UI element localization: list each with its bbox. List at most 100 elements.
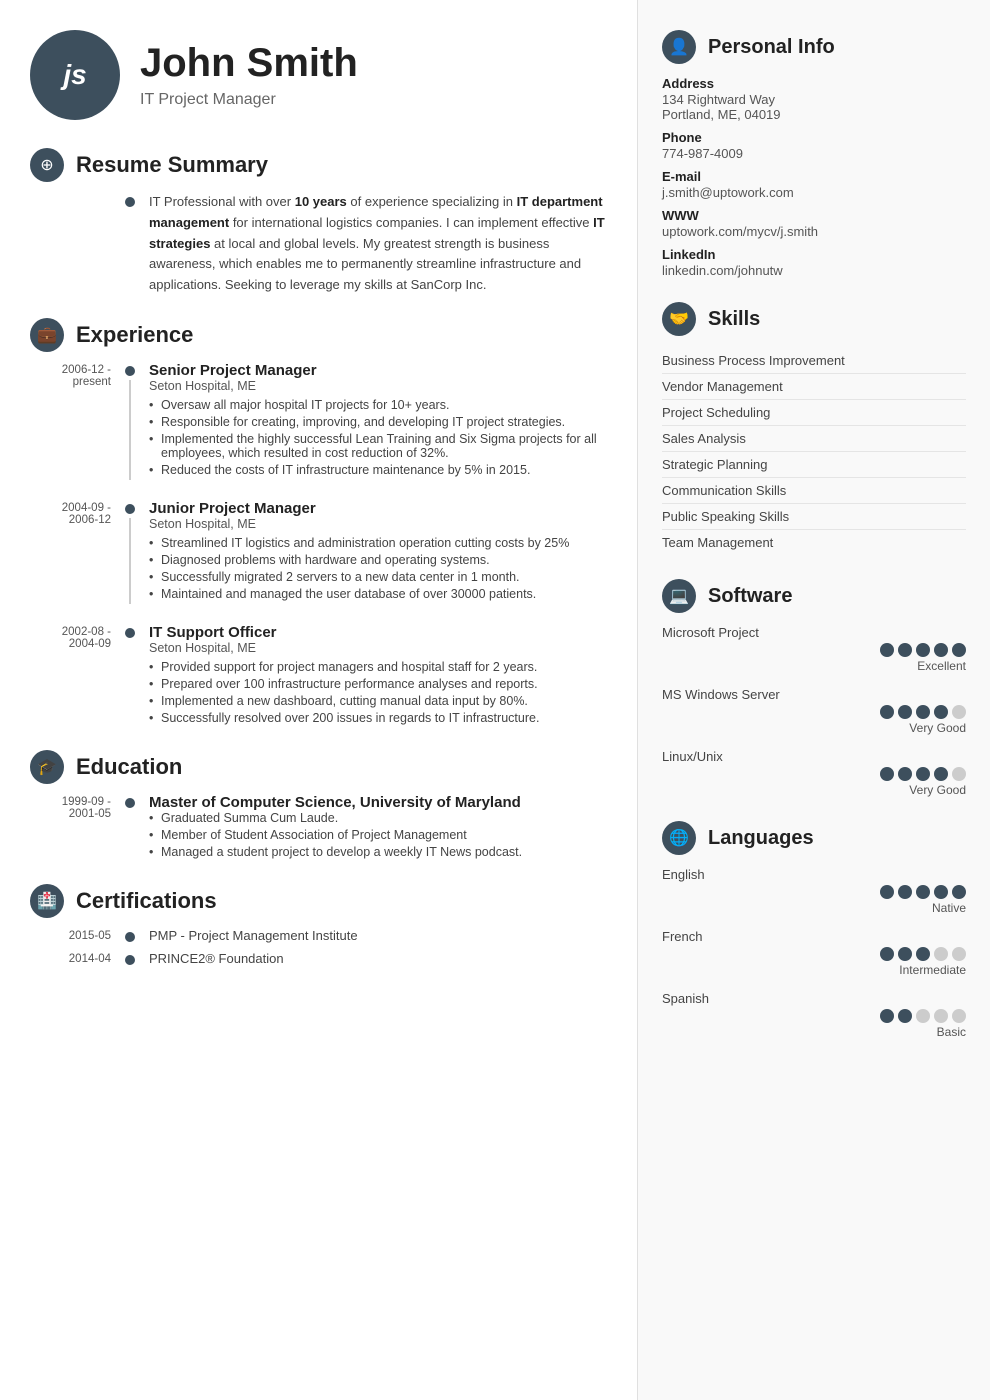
software-section: 💻 Software Microsoft Project: [662, 579, 966, 797]
personal-info-section: 👤 Personal Info Address 134 Rightward Wa…: [662, 30, 966, 278]
skill-item: Strategic Planning: [662, 452, 966, 478]
languages-title: Languages: [708, 827, 814, 850]
job-title-2: Junior Project Manager: [149, 500, 617, 517]
dots-filled-1: [880, 643, 966, 657]
software-list: Microsoft Project Excellent MS: [662, 625, 966, 797]
job-content-3: IT Support Officer Seton Hospital, ME Pr…: [149, 624, 617, 728]
certifications-header: 🏥 Certifications: [30, 884, 617, 918]
candidate-name: John Smith: [140, 41, 358, 85]
certifications-section: 🏥 Certifications 2015-05 PMP - Project M…: [30, 884, 617, 966]
dot: [898, 767, 912, 781]
cert-text-2: PRINCE2® Foundation: [149, 951, 284, 966]
summary-section: ⊕ Resume Summary IT Professional with ov…: [30, 148, 617, 296]
software-label-2: Very Good: [662, 721, 966, 735]
lang-item-2: French Intermediate: [662, 929, 966, 977]
dot-empty: [952, 705, 966, 719]
job-company-2: Seton Hospital, ME: [149, 517, 617, 531]
dot: [952, 885, 966, 899]
job-dot-1: [125, 366, 135, 376]
edu-content-1: Master of Computer Science, University o…: [149, 794, 617, 862]
email-label: E-mail: [662, 169, 966, 184]
bullet: Implemented the highly successful Lean T…: [149, 432, 617, 460]
summary-dot: [125, 197, 135, 207]
cert-dot-2: [125, 955, 135, 965]
skill-item: Public Speaking Skills: [662, 504, 966, 530]
cert-item-2: 2014-04 PRINCE2® Foundation: [30, 951, 617, 966]
personal-info-fields: Address 134 Rightward WayPortland, ME, 0…: [662, 76, 966, 278]
languages-icon: 🌐: [662, 821, 696, 855]
software-dots-3: [662, 767, 966, 781]
experience-timeline: 2006-12 -present Senior Project Manager …: [30, 362, 617, 728]
skill-item: Business Process Improvement: [662, 348, 966, 374]
edu-bullets-1: Graduated Summa Cum Laude. Member of Stu…: [149, 811, 617, 859]
lang-label-1: Native: [662, 901, 966, 915]
experience-icon: 💼: [30, 318, 64, 352]
job-dot-3: [125, 628, 135, 638]
dot: [880, 947, 894, 961]
lang-item-3: Spanish Basic: [662, 991, 966, 1039]
lang-name-1: English: [662, 867, 966, 882]
cert-date-2: 2014-04: [30, 951, 125, 966]
software-item-2: MS Windows Server Very Good: [662, 687, 966, 735]
job-content-1: Senior Project Manager Seton Hospital, M…: [149, 362, 617, 480]
dot: [898, 947, 912, 961]
job-content-2: Junior Project Manager Seton Hospital, M…: [149, 500, 617, 604]
bullet: Reduced the costs of IT infrastructure m…: [149, 463, 617, 477]
header-text: John Smith IT Project Manager: [140, 41, 358, 109]
address-value: 134 Rightward WayPortland, ME, 04019: [662, 92, 966, 122]
dot: [934, 705, 948, 719]
job-bullets-3: Provided support for project managers an…: [149, 660, 617, 725]
dot: [916, 767, 930, 781]
skill-item: Communication Skills: [662, 478, 966, 504]
personal-info-title: Personal Info: [708, 36, 835, 59]
bullet: Responsible for creating, improving, and…: [149, 415, 617, 429]
software-header: 💻 Software: [662, 579, 966, 613]
job-date-2: 2004-09 -2006-12: [30, 500, 125, 604]
dot-empty: [952, 1009, 966, 1023]
job-bullets-2: Streamlined IT logistics and administrat…: [149, 536, 617, 601]
dot: [916, 705, 930, 719]
certifications-list: 2015-05 PMP - Project Management Institu…: [30, 928, 617, 966]
skill-item: Vendor Management: [662, 374, 966, 400]
experience-title: Experience: [76, 322, 193, 348]
software-name-1: Microsoft Project: [662, 625, 966, 640]
cert-date-1: 2015-05: [30, 928, 125, 943]
job-dot-col-2: [125, 500, 135, 604]
bullet: Prepared over 100 infrastructure perform…: [149, 677, 617, 691]
avatar: js: [30, 30, 120, 120]
dot-empty: [934, 947, 948, 961]
linkedin-value: linkedin.com/johnutw: [662, 263, 966, 278]
bullet: Managed a student project to develop a w…: [149, 845, 617, 859]
skills-section: 🤝 Skills Business Process Improvement Ve…: [662, 302, 966, 555]
cert-dot-col-1: [125, 928, 135, 943]
experience-section: 💼 Experience 2006-12 -present Senior Pro…: [30, 318, 617, 728]
languages-header: 🌐 Languages: [662, 821, 966, 855]
linkedin-label: LinkedIn: [662, 247, 966, 262]
lang-dots-3: [662, 1009, 966, 1023]
bullet: Diagnosed problems with hardware and ope…: [149, 553, 617, 567]
left-column: js John Smith IT Project Manager ⊕ Resum…: [0, 0, 638, 1400]
software-title: Software: [708, 585, 792, 608]
summary-icon: ⊕: [30, 148, 64, 182]
bullet: Streamlined IT logistics and administrat…: [149, 536, 617, 550]
languages-list: English Native French: [662, 867, 966, 1039]
cert-text-1: PMP - Project Management Institute: [149, 928, 358, 943]
software-name-2: MS Windows Server: [662, 687, 966, 702]
dot: [916, 947, 930, 961]
dot: [880, 643, 894, 657]
dot: [880, 705, 894, 719]
summary-content: IT Professional with over 10 years of ex…: [30, 192, 617, 296]
email-value: j.smith@uptowork.com: [662, 185, 966, 200]
software-label-1: Excellent: [662, 659, 966, 673]
job-company-3: Seton Hospital, ME: [149, 641, 617, 655]
cert-dot-col-2: [125, 951, 135, 966]
job-title-1: Senior Project Manager: [149, 362, 617, 379]
edu-degree-1: Master of Computer Science, University o…: [149, 794, 617, 811]
dot: [952, 643, 966, 657]
lang-name-3: Spanish: [662, 991, 966, 1006]
skill-item: Project Scheduling: [662, 400, 966, 426]
software-icon: 💻: [662, 579, 696, 613]
www-value: uptowork.com/mycv/j.smith: [662, 224, 966, 239]
bullet: Member of Student Association of Project…: [149, 828, 617, 842]
job-date-3: 2002-08 -2004-09: [30, 624, 125, 728]
